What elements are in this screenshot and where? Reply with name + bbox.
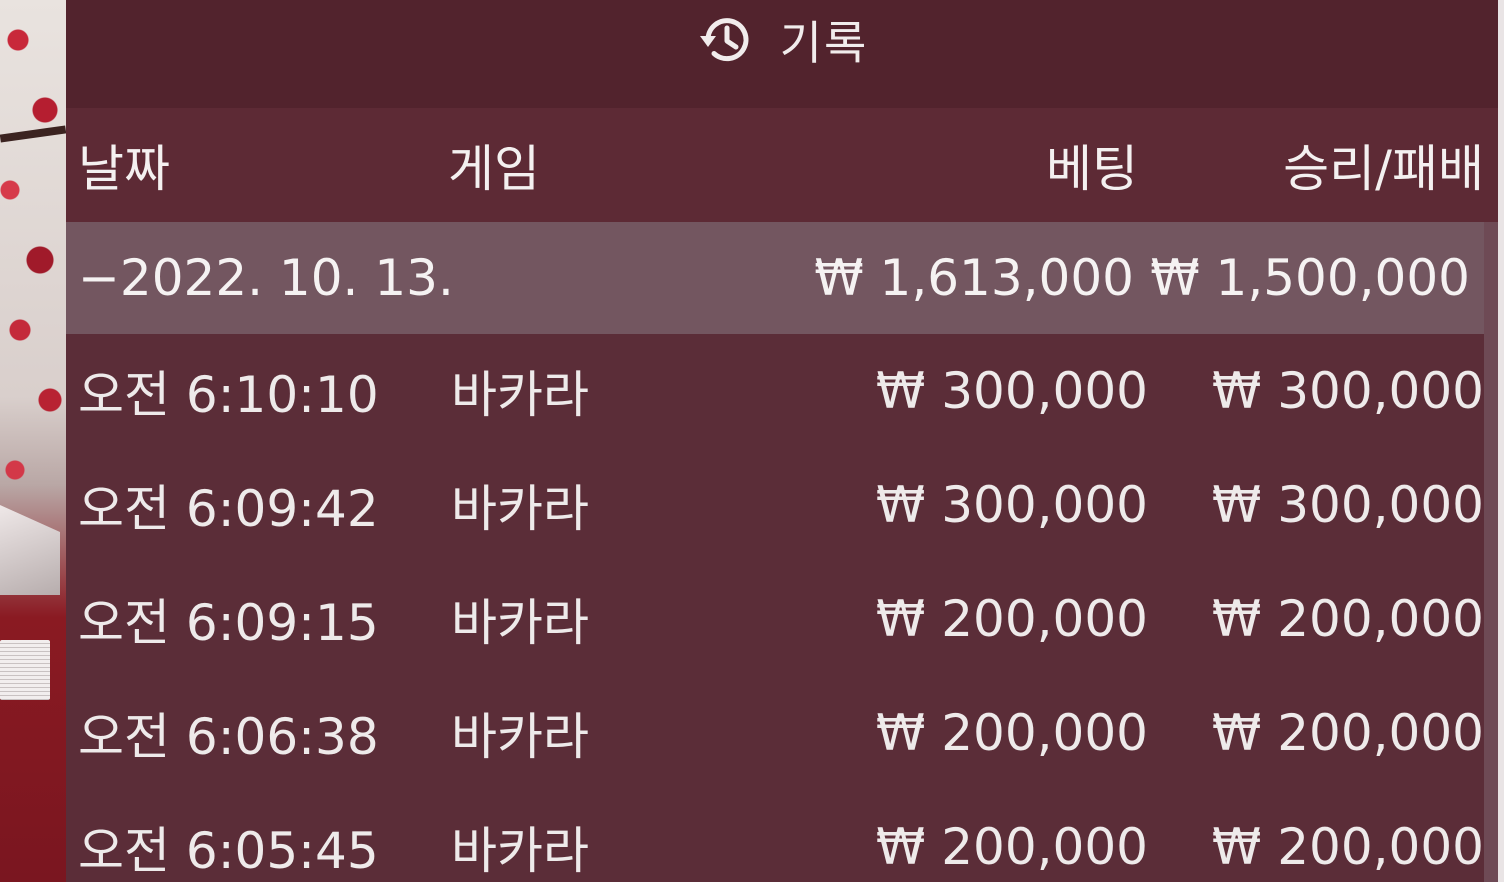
row-time: 오전 6:06:38 xyxy=(78,708,379,766)
row-result: ₩ 300,000 xyxy=(1211,362,1484,420)
scrollbar[interactable] xyxy=(1484,222,1498,882)
table-row[interactable]: 오전 6:09:15 바카라 ₩ 200,000 ₩ 200,000 xyxy=(66,562,1498,676)
table-row[interactable]: 오전 6:06:38 바카라 ₩ 200,000 ₩ 200,000 xyxy=(66,676,1498,790)
history-rows: 오전 6:10:10 바카라 ₩ 300,000 ₩ 300,000 오전 6:… xyxy=(66,334,1498,882)
history-screen: 기록 날짜 게임 베팅 승리/패배 −2022. 10. 13. ₩ 1,613… xyxy=(0,0,1504,882)
group-result-total: ₩ 1,500,000 xyxy=(1150,249,1470,307)
row-game: 바카라 xyxy=(451,366,589,424)
history-icon xyxy=(696,9,758,71)
row-bet: ₩ 200,000 xyxy=(875,704,1148,762)
row-time: 오전 6:09:15 xyxy=(78,594,379,652)
column-header-bet: 베팅 xyxy=(1046,140,1138,198)
row-bet: ₩ 300,000 xyxy=(875,362,1148,420)
row-result: ₩ 300,000 xyxy=(1211,476,1484,534)
row-time: 오전 6:09:42 xyxy=(78,480,379,538)
column-header-result: 승리/패배 xyxy=(1283,140,1484,198)
row-result: ₩ 200,000 xyxy=(1211,818,1484,876)
history-panel-header: 기록 xyxy=(66,0,1498,108)
table-row[interactable]: 오전 6:05:45 바카라 ₩ 200,000 ₩ 200,000 xyxy=(66,790,1498,882)
column-header-game: 게임 xyxy=(448,140,540,198)
table-row[interactable]: 오전 6:09:42 바카라 ₩ 300,000 ₩ 300,000 xyxy=(66,448,1498,562)
group-date: −2022. 10. 13. xyxy=(78,249,454,307)
panel-title: 기록 xyxy=(779,16,869,70)
row-result: ₩ 200,000 xyxy=(1211,590,1484,648)
row-game: 바카라 xyxy=(451,594,589,652)
row-bet: ₩ 300,000 xyxy=(875,476,1148,534)
row-game: 바카라 xyxy=(451,822,589,880)
row-game: 바카라 xyxy=(451,480,589,538)
row-bet: ₩ 200,000 xyxy=(875,818,1148,876)
card-stack xyxy=(0,640,50,700)
panel-edge xyxy=(1498,0,1504,882)
row-game: 바카라 xyxy=(451,708,589,766)
table-row[interactable]: 오전 6:10:10 바카라 ₩ 300,000 ₩ 300,000 xyxy=(66,334,1498,448)
row-time: 오전 6:10:10 xyxy=(78,366,379,424)
column-header-date: 날짜 xyxy=(78,140,170,198)
table-header-row: 날짜 게임 베팅 승리/패배 xyxy=(66,108,1498,222)
row-time: 오전 6:05:45 xyxy=(78,822,379,880)
date-group-row[interactable]: −2022. 10. 13. ₩ 1,613,000 ₩ 1,500,000 xyxy=(66,222,1484,334)
history-panel: 기록 날짜 게임 베팅 승리/패배 −2022. 10. 13. ₩ 1,613… xyxy=(66,0,1498,882)
row-bet: ₩ 200,000 xyxy=(875,590,1148,648)
group-bet-total: ₩ 1,613,000 xyxy=(814,249,1134,307)
row-result: ₩ 200,000 xyxy=(1211,704,1484,762)
